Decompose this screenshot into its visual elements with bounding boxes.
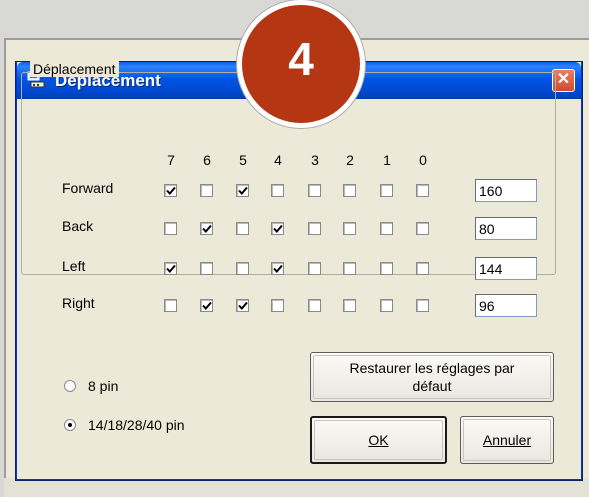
checkbox-forward-bit-6[interactable] [200, 184, 213, 197]
restore-defaults-label: Restaurer les réglages par défaut [349, 360, 515, 394]
checkbox-right-bit-2[interactable] [343, 299, 356, 312]
bit-column-header: 7 [167, 152, 175, 168]
checkmark-icon [273, 224, 283, 233]
checkbox-back-bit-1[interactable] [380, 222, 393, 235]
checkbox-right-bit-6[interactable] [200, 299, 213, 312]
row-label-left: Left [62, 258, 86, 274]
checkbox-right-bit-4[interactable] [271, 299, 284, 312]
checkbox-left-bit-2[interactable] [343, 262, 356, 275]
checkmark-icon [238, 301, 248, 310]
checkbox-right-bit-7[interactable] [164, 299, 177, 312]
checkbox-forward-bit-0[interactable] [416, 184, 429, 197]
checkbox-forward-bit-4[interactable] [271, 184, 284, 197]
checkbox-forward-bit-3[interactable] [308, 184, 321, 197]
restore-defaults-button[interactable]: Restaurer les réglages par défaut [310, 352, 554, 402]
groupbox-legend: Déplacement [30, 61, 119, 77]
checkbox-left-bit-0[interactable] [416, 262, 429, 275]
checkbox-right-bit-1[interactable] [380, 299, 393, 312]
checkbox-forward-bit-5[interactable] [236, 184, 249, 197]
radio-8-pin[interactable] [64, 380, 76, 392]
checkmark-icon [238, 186, 248, 195]
checkbox-back-bit-2[interactable] [343, 222, 356, 235]
checkbox-forward-bit-1[interactable] [380, 184, 393, 197]
close-icon: ✕ [556, 71, 571, 88]
bit-column-header: 1 [383, 152, 391, 168]
checkbox-back-bit-0[interactable] [416, 222, 429, 235]
value-field-left[interactable]: 144 [475, 257, 537, 280]
bit-column-header: 2 [346, 152, 354, 168]
checkbox-back-bit-4[interactable] [271, 222, 284, 235]
bit-column-header: 0 [419, 152, 427, 168]
step-number-badge: 4 [237, 0, 365, 128]
checkbox-forward-bit-2[interactable] [343, 184, 356, 197]
radio-14-18-28-40-pin[interactable] [64, 419, 76, 431]
checkbox-right-bit-3[interactable] [308, 299, 321, 312]
cancel-label: Annuler [482, 432, 532, 448]
radio-label-14-18-28-40-pin: 14/18/28/40 pin [88, 417, 185, 433]
row-label-forward: Forward [62, 180, 114, 196]
checkbox-left-bit-3[interactable] [308, 262, 321, 275]
checkmark-icon [202, 301, 212, 310]
checkbox-forward-bit-7[interactable] [164, 184, 177, 197]
bit-column-header: 5 [239, 152, 247, 168]
checkmark-icon [273, 264, 283, 273]
row-label-right: Right [62, 295, 95, 311]
background-status-strip [4, 478, 589, 497]
checkbox-right-bit-0[interactable] [416, 299, 429, 312]
checkbox-left-bit-5[interactable] [236, 262, 249, 275]
radio-label-8-pin: 8 pin [88, 378, 119, 394]
ok-label: OK [368, 432, 389, 448]
checkbox-back-bit-5[interactable] [236, 222, 249, 235]
checkbox-left-bit-1[interactable] [380, 262, 393, 275]
cancel-button[interactable]: Annuler [460, 416, 554, 464]
bit-column-header: 3 [311, 152, 319, 168]
bit-column-header: 4 [274, 152, 282, 168]
checkbox-left-bit-7[interactable] [164, 262, 177, 275]
radio-dot-icon [68, 423, 72, 427]
checkbox-back-bit-3[interactable] [308, 222, 321, 235]
value-field-back[interactable]: 80 [475, 217, 537, 240]
value-field-right[interactable]: 96 [475, 294, 537, 317]
checkmark-icon [202, 224, 212, 233]
checkbox-right-bit-5[interactable] [236, 299, 249, 312]
checkmark-icon [166, 186, 176, 195]
bit-column-header: 6 [203, 152, 211, 168]
checkmark-icon [166, 264, 176, 273]
value-field-forward[interactable]: 160 [475, 179, 537, 202]
checkbox-back-bit-6[interactable] [200, 222, 213, 235]
checkbox-back-bit-7[interactable] [164, 222, 177, 235]
row-label-back: Back [62, 218, 94, 234]
checkbox-left-bit-4[interactable] [271, 262, 284, 275]
checkbox-left-bit-6[interactable] [200, 262, 213, 275]
ok-button[interactable]: OK [310, 416, 447, 464]
